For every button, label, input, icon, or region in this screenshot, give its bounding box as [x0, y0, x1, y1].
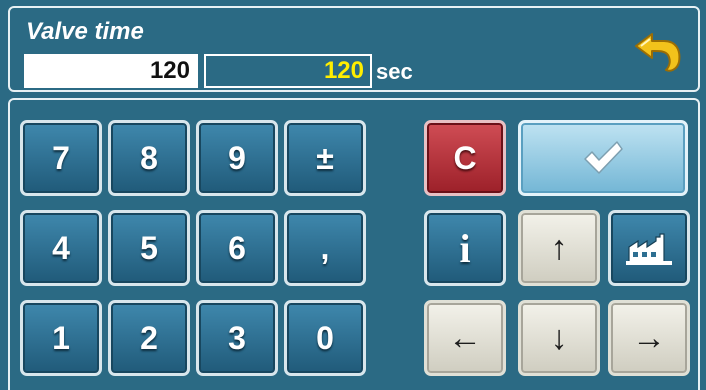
key-9-label: 9	[228, 139, 246, 176]
up-arrow-icon: ↑	[550, 228, 568, 267]
key-1[interactable]: 1	[20, 300, 102, 376]
key-0[interactable]: 0	[284, 300, 366, 376]
down-button[interactable]: ↓	[518, 300, 600, 376]
key-5[interactable]: 5	[108, 210, 190, 286]
new-value-input[interactable]: 120	[204, 54, 372, 88]
info-button[interactable]: i	[424, 210, 506, 286]
key-3[interactable]: 3	[196, 300, 278, 376]
key-4-label: 4	[52, 229, 70, 266]
right-button[interactable]: →	[608, 300, 690, 376]
key-0-label: 0	[316, 319, 334, 356]
key-9[interactable]: 9	[196, 120, 278, 196]
right-arrow-icon: →	[632, 318, 666, 357]
clear-button[interactable]: C	[424, 120, 506, 196]
key-7[interactable]: 7	[20, 120, 102, 196]
left-button[interactable]: ←	[424, 300, 506, 376]
left-arrow-icon: ←	[448, 318, 482, 357]
key-5-label: 5	[140, 229, 158, 266]
parameter-title: Valve time	[26, 18, 144, 45]
key-plus-minus-label: ±	[316, 139, 334, 176]
key-6[interactable]: 6	[196, 210, 278, 286]
key-3-label: 3	[228, 319, 246, 356]
back-arrow-icon	[635, 33, 681, 72]
key-comma[interactable]: ,	[284, 210, 366, 286]
key-plus-minus[interactable]: ±	[284, 120, 366, 196]
factory-icon	[626, 233, 672, 265]
key-8-label: 8	[140, 139, 158, 176]
down-arrow-icon: ↓	[550, 318, 568, 357]
key-1-label: 1	[52, 319, 70, 356]
checkmark-icon	[584, 141, 623, 174]
key-comma-label: ,	[320, 229, 330, 266]
up-button[interactable]: ↑	[518, 210, 600, 286]
key-6-label: 6	[228, 229, 246, 266]
key-8[interactable]: 8	[108, 120, 190, 196]
info-button-label: i	[459, 225, 471, 271]
key-2-label: 2	[140, 319, 158, 356]
back-button[interactable]	[632, 30, 684, 74]
value-entry-screen: Valve time 120 120 sec 7 8 9 ± 4 5 6 , 1…	[0, 0, 706, 390]
unit-label: sec	[376, 59, 413, 84]
key-7-label: 7	[52, 139, 70, 176]
current-value-field: 120	[24, 54, 198, 88]
key-4[interactable]: 4	[20, 210, 102, 286]
key-2[interactable]: 2	[108, 300, 190, 376]
factory-settings-button[interactable]	[608, 210, 690, 286]
confirm-button[interactable]	[518, 120, 688, 196]
clear-button-label: C	[453, 139, 477, 176]
